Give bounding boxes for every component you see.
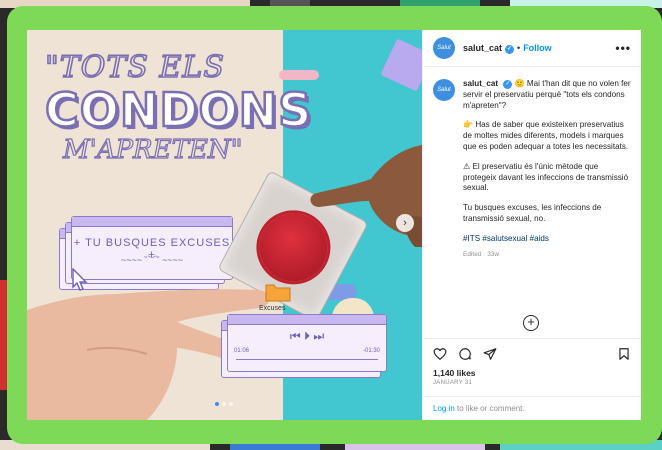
headline-line-2: CONDONS (44, 83, 313, 137)
login-link[interactable]: Log in (433, 404, 455, 413)
header-separator: • (517, 43, 521, 53)
carousel-dot (222, 402, 226, 406)
next-slide-button[interactable]: › (396, 214, 414, 232)
caption-paragraph-2: 👉 Has de saber que existeixen preservati… (463, 120, 629, 151)
comment-icon[interactable] (458, 347, 472, 361)
add-comment-icon[interactable]: + (523, 315, 539, 331)
caption-username[interactable]: salut_cat (463, 79, 498, 88)
post-media[interactable]: "TOTS ELS CONDONS M'APRETEN" + TU BUSQUE… (27, 30, 422, 420)
more-options-icon[interactable]: ••• (615, 41, 631, 55)
player-time-start: 01:06 (234, 348, 250, 354)
follow-button[interactable]: Follow (523, 43, 552, 53)
folder-label: Excuses (259, 305, 286, 312)
verified-badge-icon: ✓ (503, 80, 513, 89)
avatar[interactable]: Salut (433, 37, 455, 59)
headline-line-3: M'APRETEN" (62, 134, 243, 165)
verified-badge-icon: ✓ (505, 44, 515, 54)
action-bar (423, 338, 641, 368)
login-prompt: Log in to like or comment. (423, 396, 641, 420)
login-suffix: to like or comment. (454, 404, 525, 413)
bookmark-icon[interactable] (617, 347, 631, 361)
headline: "TOTS ELS CONDONS M'APRETEN" (44, 49, 313, 165)
player-progress-bar (236, 359, 378, 360)
hand-top-illustration (310, 145, 422, 247)
caption-paragraph-3: ⚠ El preservatiu és l'únic mètode que pr… (463, 161, 629, 193)
caption-avatar[interactable]: Salut (433, 79, 455, 101)
likes-count[interactable]: 1,140 likes (423, 368, 641, 378)
carousel-dots (215, 402, 233, 406)
caption-text: salut_cat ✓ 🙂 Mai t'han dit que no volen… (463, 79, 631, 260)
headline-line-1: "TOTS ELS (44, 49, 225, 86)
post-date: JANUARY 31 (433, 380, 473, 386)
folder-icon (265, 284, 291, 302)
instagram-post: "TOTS ELS CONDONS M'APRETEN" + TU BUSQUE… (27, 30, 641, 420)
caption-hashtags[interactable]: #ITS #salutsexual #aids (463, 234, 631, 245)
edited-timestamp: Edited · 33w (463, 250, 500, 258)
username[interactable]: salut_cat ✓ (463, 43, 515, 54)
player-time-end: -01:30 (362, 348, 380, 354)
share-icon[interactable] (483, 347, 497, 361)
post-side-panel: Salut salut_cat ✓ • Follow ••• Salut salu… (422, 30, 641, 420)
media-player-window: ⏮ ⏵ ⏭ 01:06 -01:30 (227, 314, 387, 372)
player-controls: ⏮ ⏵ ⏭ (289, 329, 325, 343)
like-heart-icon[interactable] (433, 347, 447, 361)
carousel-dot (229, 402, 233, 406)
carousel-dot (215, 402, 219, 406)
post-header: Salut salut_cat ✓ • Follow ••• (423, 30, 641, 67)
caption-area: Salut salut_cat ✓ 🙂 Mai t'han dit que no… (423, 67, 641, 338)
caption-paragraph-4: Tu busques excuses, les infeccions de tr… (463, 203, 602, 223)
